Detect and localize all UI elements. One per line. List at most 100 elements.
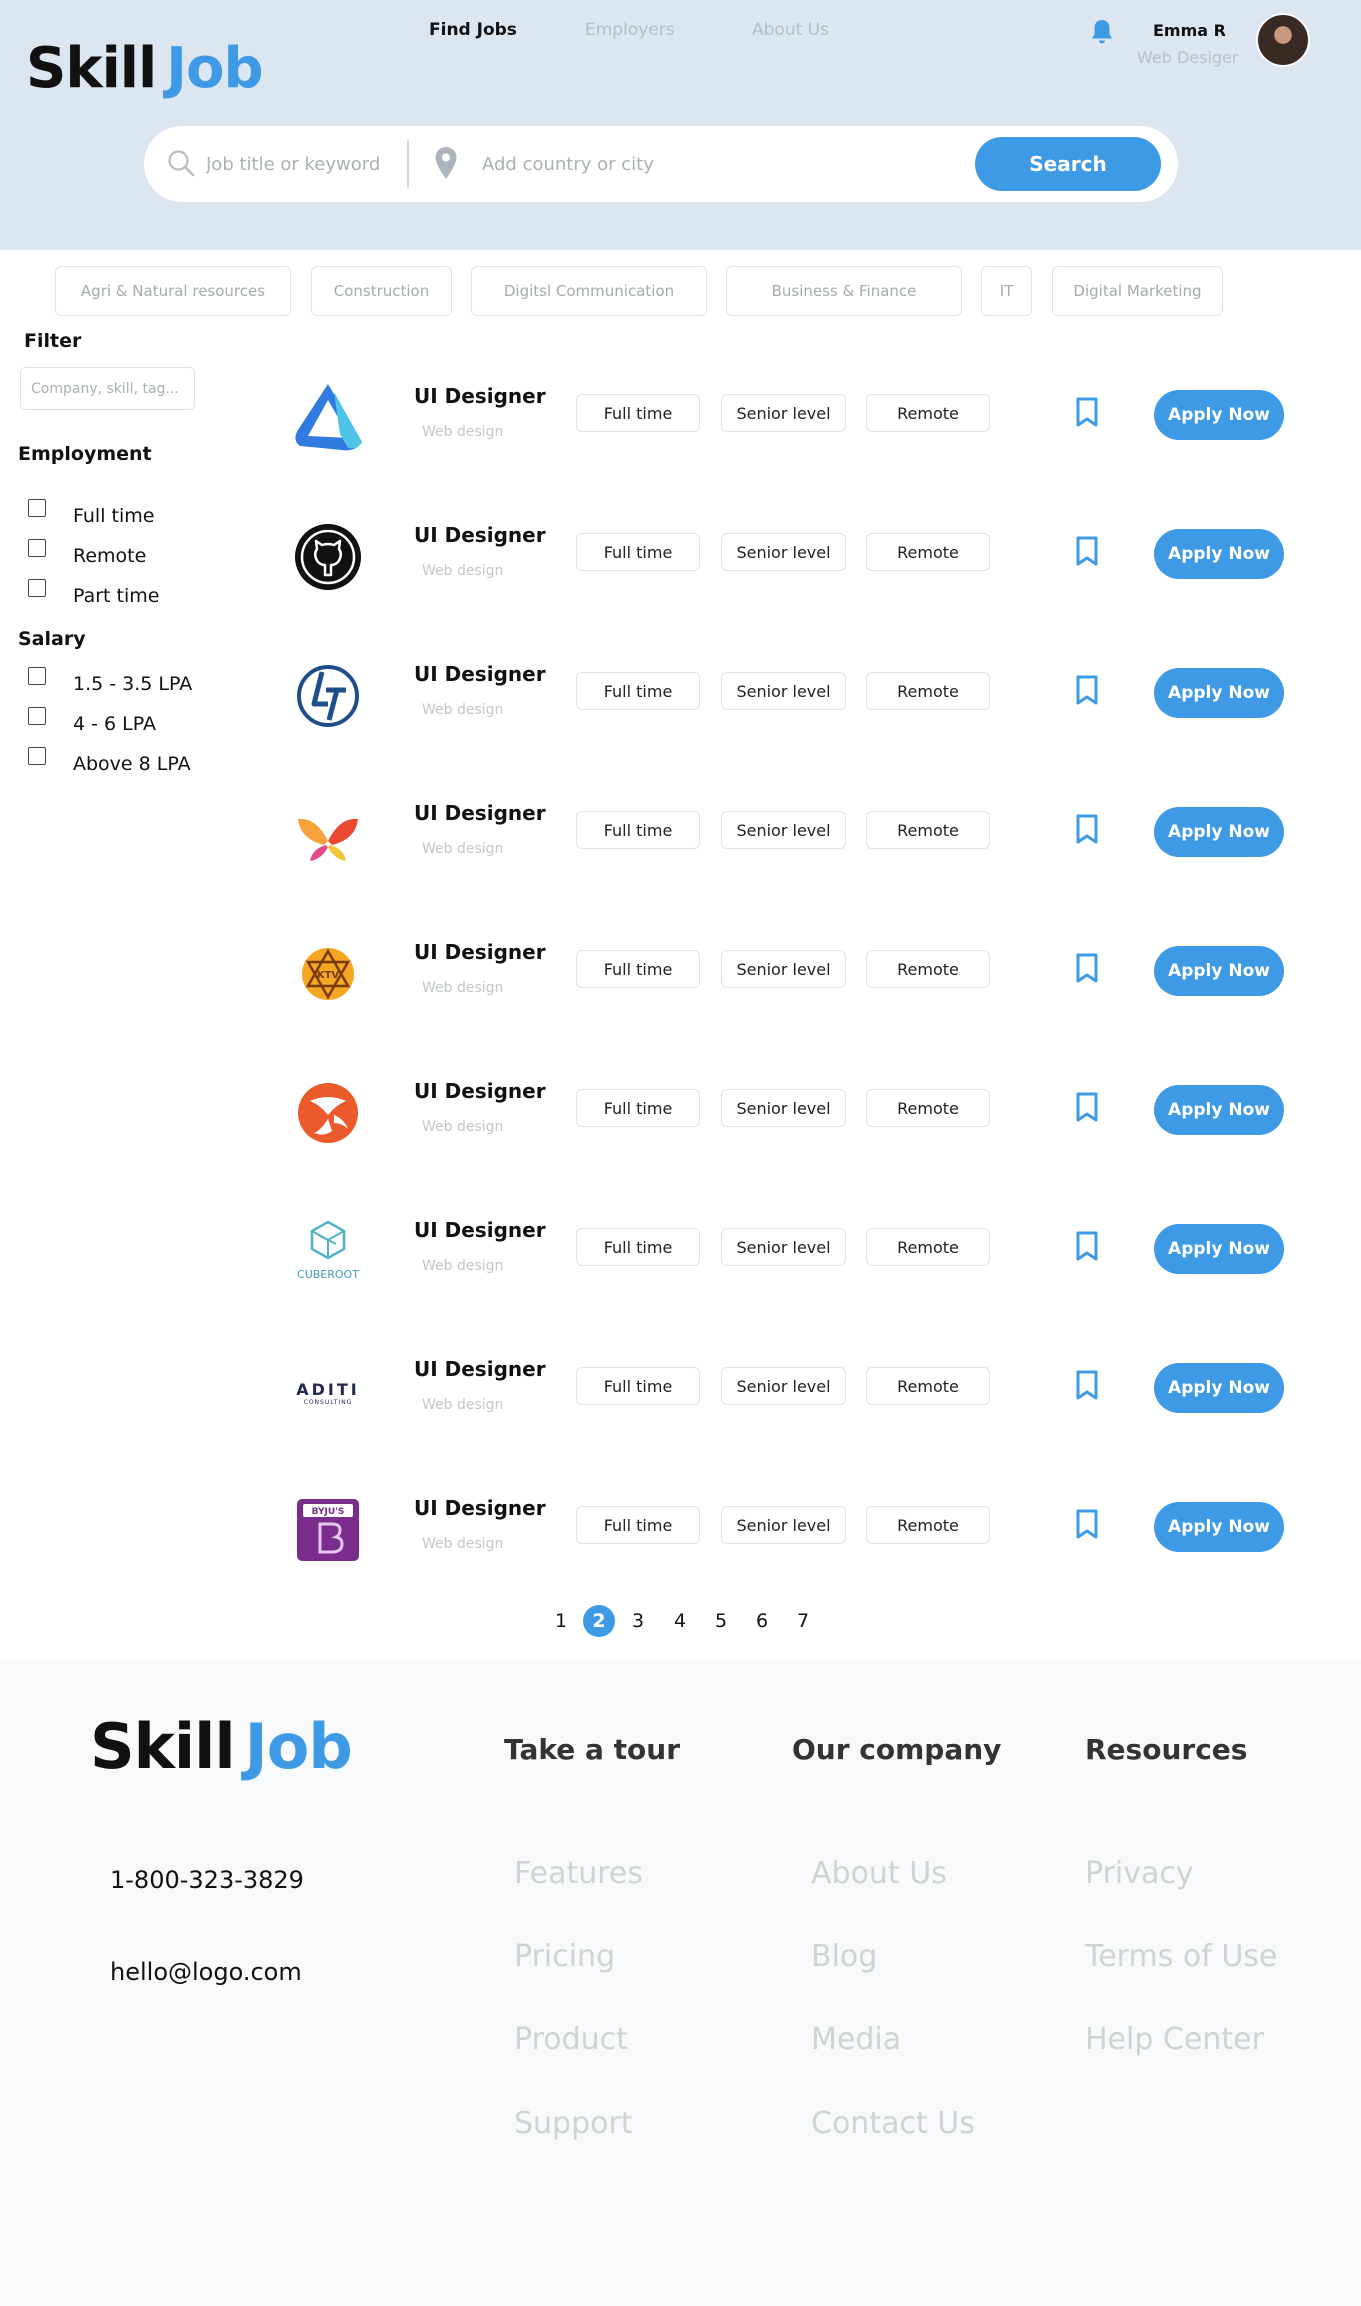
job-row: UI Designer Web design Full time Senior … bbox=[0, 658, 1361, 778]
page-1[interactable]: 1 bbox=[545, 1605, 577, 1637]
job-subtitle: Web design bbox=[422, 563, 504, 579]
apply-now-button[interactable]: Apply Now bbox=[1154, 946, 1284, 996]
tag-senior-level: Senior level bbox=[721, 672, 846, 710]
job-title[interactable]: UI Designer bbox=[414, 1079, 546, 1103]
apply-now-button[interactable]: Apply Now bbox=[1154, 1224, 1284, 1274]
footer-link-features[interactable]: Features bbox=[514, 1856, 643, 1891]
category-it[interactable]: IT bbox=[981, 266, 1032, 316]
bookmark-icon[interactable] bbox=[1073, 813, 1101, 845]
tag-senior-level: Senior level bbox=[721, 950, 846, 988]
tag-full-time: Full time bbox=[576, 1089, 700, 1127]
job-row: UI Designer Web design Full time Senior … bbox=[0, 380, 1361, 500]
page-7[interactable]: 7 bbox=[787, 1605, 819, 1637]
footer-link-contact-us[interactable]: Contact Us bbox=[811, 2106, 975, 2141]
footer-link-about-us[interactable]: About Us bbox=[811, 1856, 947, 1891]
category-construction[interactable]: Construction bbox=[311, 266, 452, 316]
footer-link-blog[interactable]: Blog bbox=[811, 1939, 877, 1974]
footer-link-help-center[interactable]: Help Center bbox=[1085, 2022, 1264, 2057]
apply-now-button[interactable]: Apply Now bbox=[1154, 1363, 1284, 1413]
footer-brand-logo[interactable]: Skill Job bbox=[90, 1710, 353, 1783]
job-title[interactable]: UI Designer bbox=[414, 662, 546, 686]
bookmark-icon[interactable] bbox=[1073, 674, 1101, 706]
job-subtitle: Web design bbox=[422, 1536, 504, 1552]
job-row: BYJU'S UI Designer Web design Full time … bbox=[0, 1492, 1361, 1612]
job-title[interactable]: UI Designer bbox=[414, 384, 546, 408]
job-title[interactable]: UI Designer bbox=[414, 1357, 546, 1381]
avatar[interactable] bbox=[1256, 13, 1310, 67]
checkbox-full-time[interactable] bbox=[28, 499, 46, 517]
job-row: KTV UI Designer Web design Full time Sen… bbox=[0, 936, 1361, 1056]
tag-senior-level: Senior level bbox=[721, 1089, 846, 1127]
footer-link-media[interactable]: Media bbox=[811, 2022, 901, 2057]
tag-remote: Remote bbox=[866, 1228, 990, 1266]
brand-logo-part1: Skill bbox=[26, 36, 157, 101]
tag-senior-level: Senior level bbox=[721, 533, 846, 571]
apply-now-button[interactable]: Apply Now bbox=[1154, 1085, 1284, 1135]
tag-remote: Remote bbox=[866, 1367, 990, 1405]
page-4[interactable]: 4 bbox=[664, 1605, 696, 1637]
brand-logo[interactable]: Skill Job bbox=[26, 36, 264, 101]
search-bar: Search bbox=[144, 126, 1178, 202]
nav-employers[interactable]: Employers bbox=[585, 20, 675, 40]
page-6[interactable]: 6 bbox=[746, 1605, 778, 1637]
user-role: Web Desiger bbox=[1137, 48, 1239, 67]
footer-link-terms[interactable]: Terms of Use bbox=[1085, 1939, 1277, 1974]
tag-full-time: Full time bbox=[576, 1228, 700, 1266]
footer-link-support[interactable]: Support bbox=[514, 2106, 633, 2141]
brand-logo-part2: Job bbox=[166, 36, 263, 101]
category-digital-communication[interactable]: Digitsl Communication bbox=[471, 266, 707, 316]
footer-phone[interactable]: 1-800-323-3829 bbox=[110, 1866, 304, 1894]
page-3[interactable]: 3 bbox=[622, 1605, 654, 1637]
footer-email[interactable]: hello@logo.com bbox=[110, 1958, 302, 1986]
tag-remote: Remote bbox=[866, 533, 990, 571]
job-title[interactable]: UI Designer bbox=[414, 801, 546, 825]
job-title[interactable]: UI Designer bbox=[414, 523, 546, 547]
location-input[interactable] bbox=[482, 150, 782, 178]
tag-senior-level: Senior level bbox=[721, 1506, 846, 1544]
svg-text:KTV: KTV bbox=[317, 970, 340, 981]
footer: Skill Job Take a tour Our company Resourc… bbox=[0, 1660, 1361, 2306]
job-row: ADITI CONSULTING UI Designer Web design … bbox=[0, 1353, 1361, 1473]
category-agri[interactable]: Agri & Natural resources bbox=[55, 266, 291, 316]
apply-now-button[interactable]: Apply Now bbox=[1154, 390, 1284, 440]
search-button[interactable]: Search bbox=[975, 137, 1161, 191]
footer-link-product[interactable]: Product bbox=[514, 2022, 628, 2057]
ktv-logo-icon: KTV bbox=[302, 948, 354, 1000]
job-subtitle: Web design bbox=[422, 702, 504, 718]
keyword-input[interactable] bbox=[206, 150, 406, 178]
header: Skill Job Find Jobs Employers About Us Em… bbox=[0, 0, 1361, 250]
tag-full-time: Full time bbox=[576, 1506, 700, 1544]
filter-title: Filter bbox=[24, 330, 82, 352]
tag-full-time: Full time bbox=[576, 811, 700, 849]
apply-now-button[interactable]: Apply Now bbox=[1154, 807, 1284, 857]
job-title[interactable]: UI Designer bbox=[414, 1218, 546, 1242]
category-business-finance[interactable]: Business & Finance bbox=[726, 266, 962, 316]
bookmark-icon[interactable] bbox=[1073, 1369, 1101, 1401]
job-title[interactable]: UI Designer bbox=[414, 940, 546, 964]
bookmark-icon[interactable] bbox=[1073, 535, 1101, 567]
bookmark-icon[interactable] bbox=[1073, 1508, 1101, 1540]
footer-link-privacy[interactable]: Privacy bbox=[1085, 1856, 1194, 1891]
bell-icon[interactable] bbox=[1089, 18, 1115, 46]
footer-brand-part2: Job bbox=[244, 1710, 353, 1783]
job-title[interactable]: UI Designer bbox=[414, 1496, 546, 1520]
bookmark-icon[interactable] bbox=[1073, 952, 1101, 984]
apply-now-button[interactable]: Apply Now bbox=[1154, 668, 1284, 718]
job-subtitle: Web design bbox=[422, 1397, 504, 1413]
bookmark-icon[interactable] bbox=[1073, 1091, 1101, 1123]
bookmark-icon[interactable] bbox=[1073, 1230, 1101, 1262]
footer-heading-resources: Resources bbox=[1085, 1733, 1248, 1766]
page-2-current[interactable]: 2 bbox=[583, 1605, 615, 1637]
page-5[interactable]: 5 bbox=[705, 1605, 737, 1637]
tag-senior-level: Senior level bbox=[721, 394, 846, 432]
nav-about-us[interactable]: About Us bbox=[752, 20, 829, 40]
nav-find-jobs[interactable]: Find Jobs bbox=[429, 20, 517, 40]
bookmark-icon[interactable] bbox=[1073, 396, 1101, 428]
footer-link-pricing[interactable]: Pricing bbox=[514, 1939, 615, 1974]
category-digital-marketing[interactable]: Digital Marketing bbox=[1052, 266, 1223, 316]
apply-now-button[interactable]: Apply Now bbox=[1154, 1502, 1284, 1552]
apply-now-button[interactable]: Apply Now bbox=[1154, 529, 1284, 579]
tag-senior-level: Senior level bbox=[721, 1367, 846, 1405]
footer-heading-tour: Take a tour bbox=[504, 1733, 680, 1766]
tag-remote: Remote bbox=[866, 672, 990, 710]
